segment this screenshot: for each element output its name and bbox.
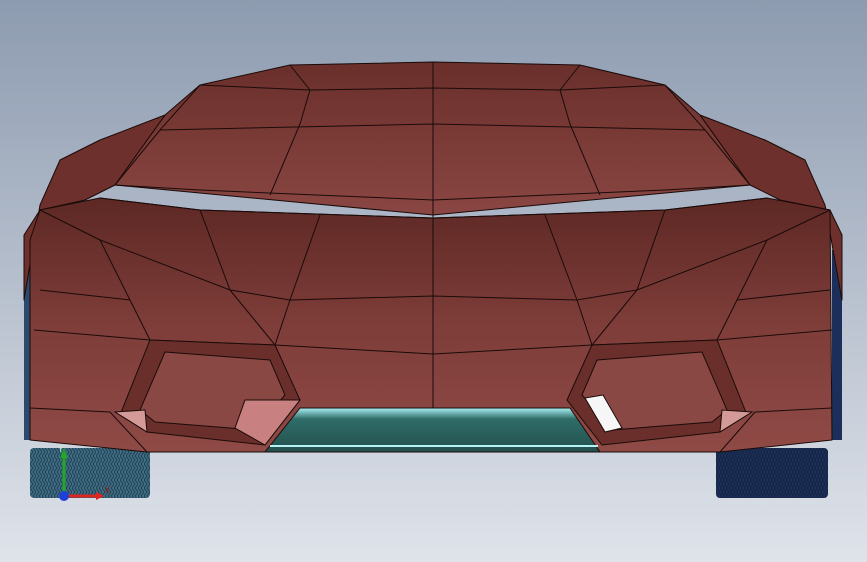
- 3d-graphics-viewport[interactable]: Y X: [0, 0, 867, 562]
- triad-y-label: Y: [57, 445, 64, 455]
- triad-z-axis: [59, 491, 69, 501]
- car-model-canvas[interactable]: Y X: [0, 0, 867, 562]
- triad-x-label: X: [104, 486, 110, 496]
- right-front-tire: [716, 448, 828, 498]
- lower-grille: [263, 407, 601, 453]
- left-front-tire: [30, 448, 150, 498]
